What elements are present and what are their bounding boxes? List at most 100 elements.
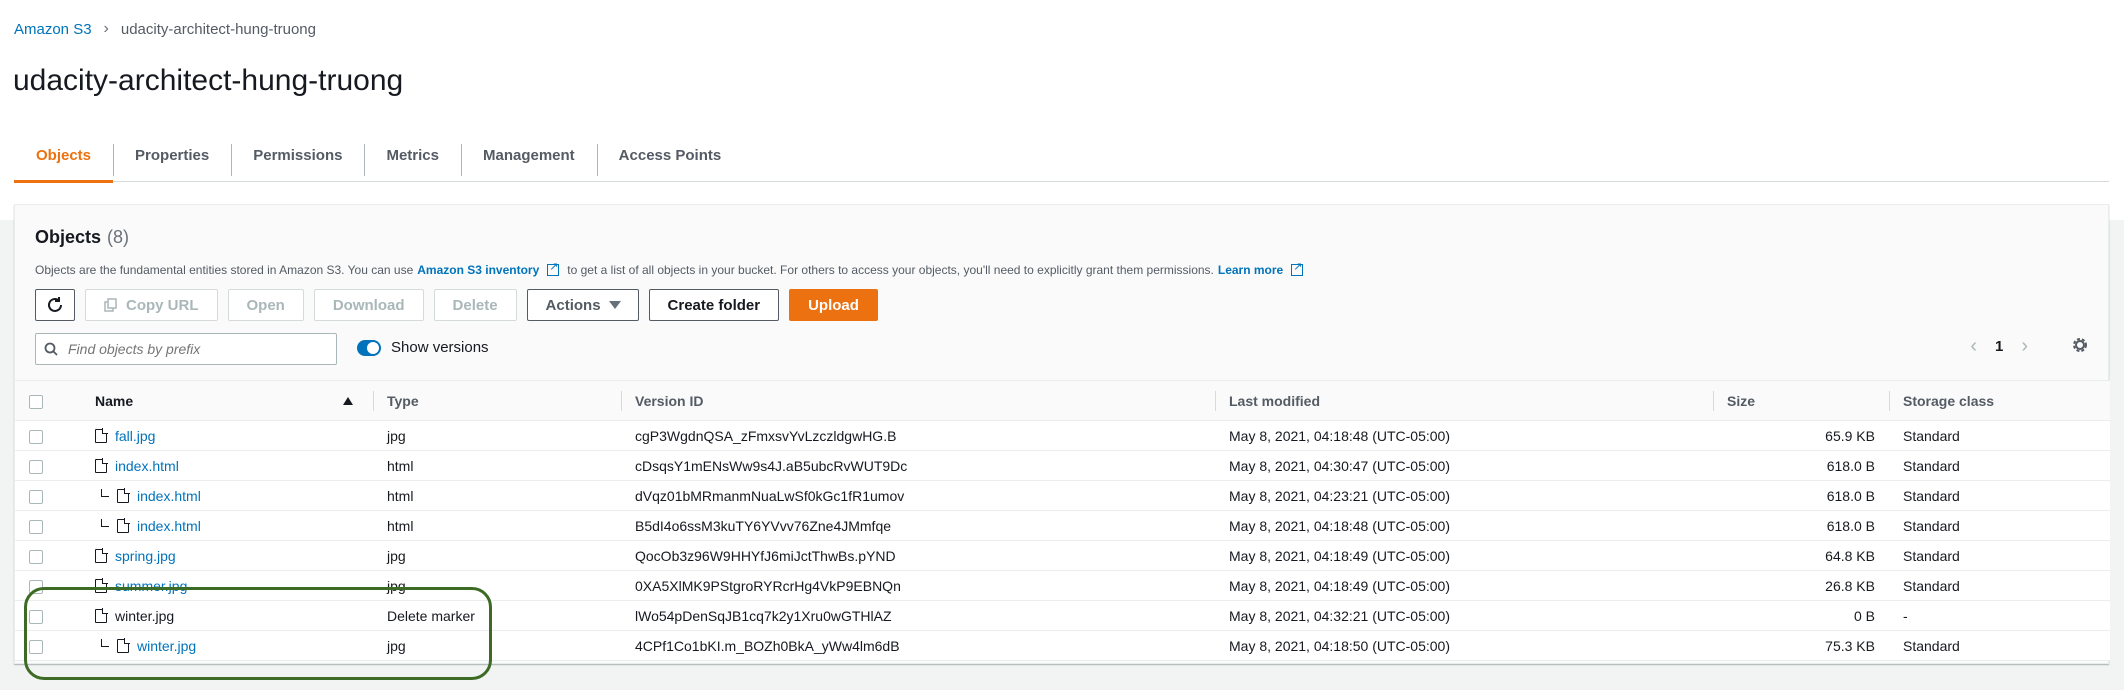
storage-cell: Standard	[1889, 570, 2110, 601]
size-cell: 618.0 B	[1713, 480, 1889, 511]
modified-cell: May 8, 2021, 04:18:49 (UTC-05:00)	[1215, 570, 1713, 601]
show-versions-toggle[interactable]	[357, 339, 381, 356]
table-row[interactable]: spring.jpg jpg QocOb3z96W9HHYfJ6miJctThw…	[15, 540, 2110, 571]
size-cell: 618.0 B	[1713, 450, 1889, 481]
modified-cell: May 8, 2021, 04:23:21 (UTC-05:00)	[1215, 480, 1713, 511]
version-cell: B5dI4o6ssM3kuTY6YVvv76Zne4JMmfqe	[621, 510, 1215, 541]
search-icon	[44, 342, 58, 356]
column-header-storage-class[interactable]: Storage class	[1889, 380, 2110, 421]
column-version-label: Version ID	[635, 392, 704, 409]
sort-ascending-icon	[343, 397, 353, 405]
download-button[interactable]: Download	[313, 289, 424, 321]
upload-button[interactable]: Upload	[789, 289, 878, 321]
learn-more-link[interactable]: Learn more	[1218, 263, 1283, 277]
column-size-label: Size	[1727, 392, 1756, 409]
storage-cell: -	[1889, 600, 2110, 631]
row-checkbox-cell	[15, 510, 57, 541]
current-page[interactable]: 1	[1995, 338, 2003, 355]
row-checkbox-cell	[15, 540, 57, 571]
type-cell: jpg	[373, 420, 621, 451]
version-indent-icon	[101, 518, 109, 527]
breadcrumb-current: udacity-architect-hung-truong	[120, 20, 316, 38]
object-link[interactable]: index.html	[137, 488, 201, 504]
storage-cell: Standard	[1889, 480, 2110, 511]
chevron-right-icon: ›	[103, 20, 109, 37]
column-header-last-modified[interactable]: Last modified	[1215, 380, 1713, 421]
external-link-icon	[547, 260, 560, 276]
type-cell: jpg	[373, 540, 621, 571]
version-cell: 0XA5XlMK9PStgroRYRcrHg4VkP9EBNQn	[621, 570, 1215, 601]
size-cell: 0 B	[1713, 600, 1889, 631]
copy-url-button[interactable]: Copy URL	[85, 289, 218, 321]
name-cell: index.html	[57, 450, 373, 481]
file-icon	[95, 457, 108, 473]
page-title: udacity-architect-hung-truong	[13, 64, 404, 97]
column-header-version-id[interactable]: Version ID	[621, 380, 1215, 421]
actions-label: Actions	[545, 296, 601, 314]
table-header-row: Name Type Version ID Last modified Size …	[15, 380, 2110, 421]
file-icon	[95, 427, 108, 443]
column-header-size[interactable]: Size	[1713, 380, 1889, 421]
row-checkbox[interactable]	[29, 489, 43, 504]
actions-dropdown[interactable]: Actions	[526, 289, 639, 321]
search-input[interactable]	[66, 340, 316, 358]
tab-access-points[interactable]: Access Points	[596, 130, 744, 181]
table-row[interactable]: index.html html B5dI4o6ssM3kuTY6YVvv76Zn…	[15, 510, 2110, 541]
row-checkbox[interactable]	[29, 429, 43, 444]
row-checkbox-cell	[15, 480, 57, 511]
tab-metrics[interactable]: Metrics	[364, 130, 461, 181]
select-all-header	[15, 380, 57, 421]
delete-button[interactable]: Delete	[433, 289, 517, 321]
version-indent-icon	[101, 488, 109, 497]
column-divider	[1889, 391, 1890, 411]
column-divider	[1713, 391, 1714, 411]
object-link[interactable]: fall.jpg	[115, 428, 155, 444]
row-checkbox[interactable]	[29, 519, 43, 534]
column-header-type[interactable]: Type	[373, 380, 621, 421]
modified-cell: May 8, 2021, 04:18:49 (UTC-05:00)	[1215, 540, 1713, 571]
name-cell: fall.jpg	[57, 420, 373, 451]
create-folder-button[interactable]: Create folder	[648, 289, 780, 321]
refresh-button[interactable]	[35, 289, 75, 321]
tab-management[interactable]: Management	[460, 130, 597, 181]
gear-icon[interactable]	[2070, 335, 2090, 355]
next-page-icon[interactable]: ›	[2021, 335, 2028, 358]
desc-text-1: Objects are the fundamental entities sto…	[35, 263, 414, 277]
tab-permissions[interactable]: Permissions	[231, 130, 364, 181]
modified-cell: May 8, 2021, 04:32:21 (UTC-05:00)	[1215, 600, 1713, 631]
breadcrumb: Amazon S3 › udacity-architect-hung-truon…	[14, 20, 316, 38]
name-cell: index.html	[57, 480, 373, 511]
copy-icon	[104, 298, 117, 312]
desc-text-2: to get a list of all objects in your buc…	[567, 263, 1214, 277]
copy-url-label: Copy URL	[126, 296, 199, 314]
column-divider	[621, 391, 622, 411]
column-divider	[373, 391, 374, 411]
prev-page-icon[interactable]: ‹	[1970, 335, 1977, 358]
table-row[interactable]: fall.jpg jpg cgP3WgdnQSA_zFmxsvYvLzczldg…	[15, 420, 2110, 451]
tab-properties[interactable]: Properties	[113, 130, 231, 181]
table-row[interactable]: index.html html cDsqsY1mENsWw9s4J.aB5ubc…	[15, 450, 2110, 481]
table-row[interactable]: index.html html dVqz01bMRmanmNuaLwSf0kGc…	[15, 480, 2110, 511]
object-link[interactable]: index.html	[115, 458, 179, 474]
external-link-icon	[1291, 260, 1304, 276]
panel-title: Objects (8)	[35, 227, 129, 248]
inventory-link[interactable]: Amazon S3 inventory	[417, 263, 539, 277]
size-cell: 75.3 KB	[1713, 630, 1889, 661]
select-all-checkbox[interactable]	[29, 394, 43, 409]
breadcrumb-root-link[interactable]: Amazon S3	[14, 21, 92, 38]
row-checkbox[interactable]	[29, 459, 43, 474]
column-modified-label: Last modified	[1229, 392, 1321, 409]
row-checkbox-cell	[15, 450, 57, 481]
open-button[interactable]: Open	[227, 289, 304, 321]
column-header-name[interactable]: Name	[57, 380, 373, 421]
version-cell: 4CPf1Co1bKI.m_BOZh0BkA_yWw4lm6dB	[621, 630, 1215, 661]
row-checkbox[interactable]	[29, 549, 43, 564]
column-type-label: Type	[387, 392, 419, 409]
type-cell: html	[373, 450, 621, 481]
tab-objects[interactable]: Objects	[14, 130, 114, 183]
type-cell: html	[373, 510, 621, 541]
object-link[interactable]: index.html	[137, 518, 201, 534]
storage-cell: Standard	[1889, 420, 2110, 451]
version-cell: lWo54pDenSqJB1cq7k2y1Xru0wGTHlAZ	[621, 600, 1215, 631]
object-link[interactable]: spring.jpg	[115, 548, 176, 564]
